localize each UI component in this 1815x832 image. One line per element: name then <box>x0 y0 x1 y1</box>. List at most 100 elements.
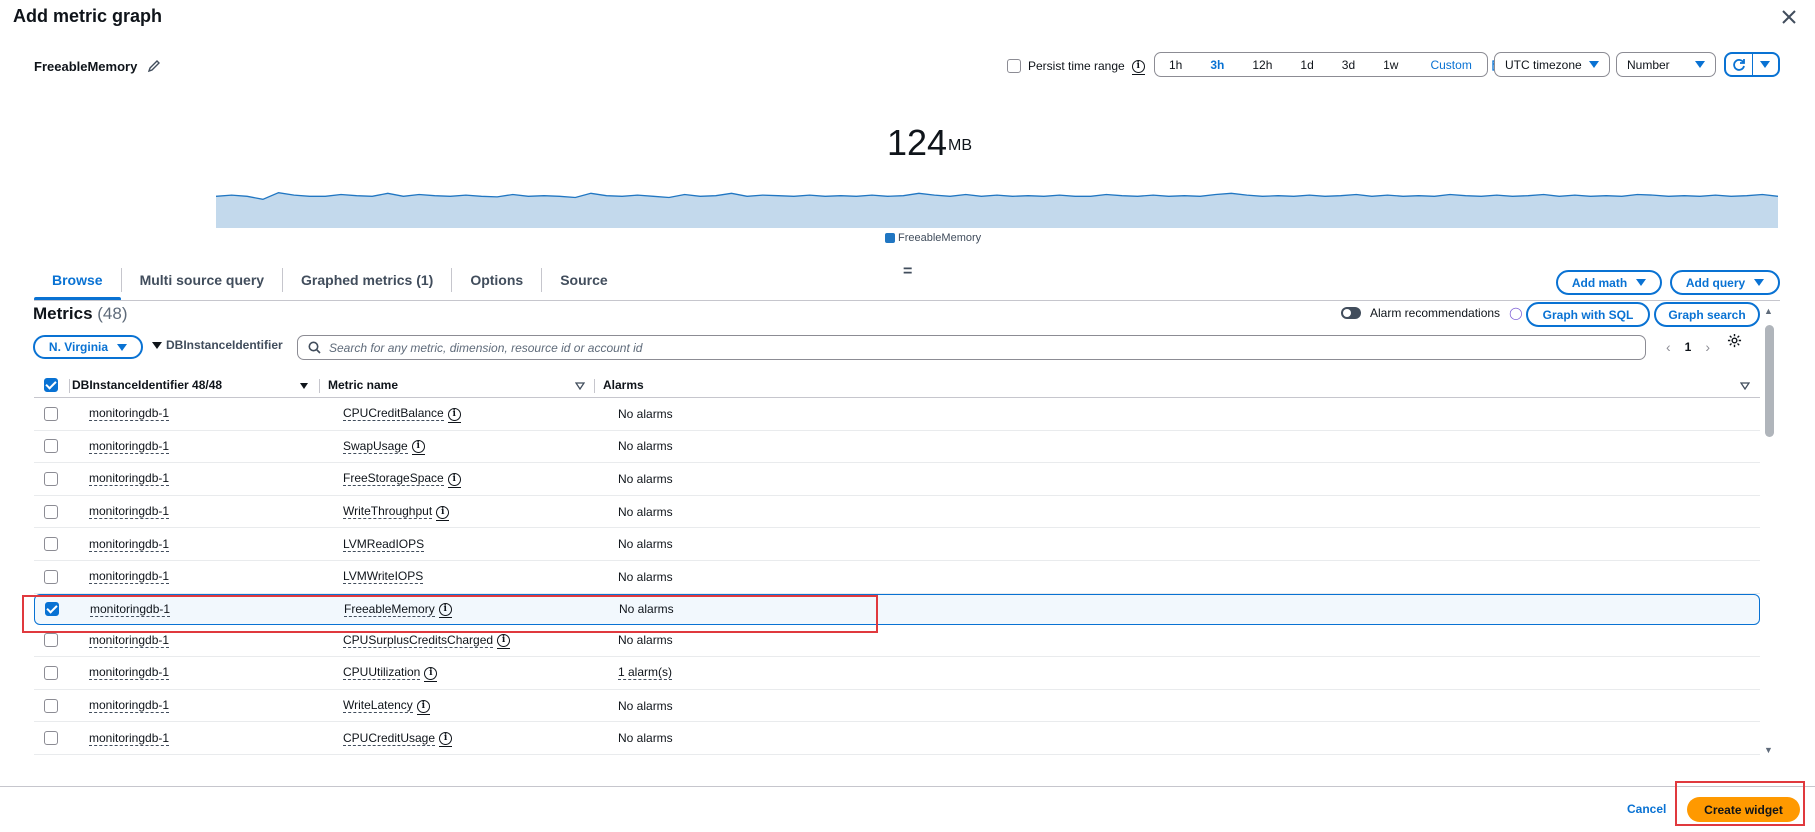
dimension-filter[interactable]: DBInstanceIdentifier <box>152 338 283 352</box>
table-row[interactable]: monitoringdb-1 WriteThroughput i No alarms <box>34 496 1760 529</box>
sort-icon[interactable] <box>300 383 308 389</box>
column-alarms[interactable]: Alarms <box>603 378 644 392</box>
time-range-1d[interactable]: 1d <box>1286 58 1327 72</box>
time-range-1h[interactable]: 1h <box>1155 58 1196 72</box>
metric-name-label[interactable]: WriteLatency <box>343 698 413 714</box>
refresh-options-button[interactable] <box>1753 54 1779 75</box>
highlight-box <box>1675 781 1805 826</box>
metric-name-label[interactable]: WriteThroughput <box>343 504 433 520</box>
tab-source[interactable]: Source <box>542 268 625 292</box>
display-type-select[interactable]: Number <box>1616 52 1716 77</box>
graph-with-sql-button[interactable]: Graph with SQL <box>1526 302 1650 327</box>
metric-name-label[interactable]: CPUSurplusCreditsCharged <box>343 633 494 648</box>
instance-link[interactable]: monitoringdb-1 <box>89 569 170 585</box>
sort-icon[interactable] <box>575 382 585 390</box>
scroll-down-icon[interactable]: ▼ <box>1764 745 1773 755</box>
row-checkbox[interactable] <box>44 633 58 648</box>
pencil-icon[interactable] <box>147 59 161 73</box>
graph-search-button[interactable]: Graph search <box>1654 302 1760 327</box>
instance-link[interactable]: monitoringdb-1 <box>89 406 170 422</box>
row-checkbox[interactable] <box>44 731 58 746</box>
tab-multi-source-query[interactable]: Multi source query <box>122 268 284 292</box>
refresh-button[interactable] <box>1726 54 1753 75</box>
refresh-button-group[interactable] <box>1724 52 1780 77</box>
instance-link[interactable]: monitoringdb-1 <box>89 698 170 714</box>
time-range-3h[interactable]: 3h <box>1196 58 1238 72</box>
resize-handle[interactable]: = <box>903 263 914 281</box>
row-checkbox[interactable] <box>44 406 58 421</box>
info-icon[interactable]: i <box>424 666 438 680</box>
row-checkbox[interactable] <box>44 569 58 584</box>
add-math-button[interactable]: Add math <box>1556 270 1662 295</box>
timezone-select[interactable]: UTC timezone <box>1494 52 1610 77</box>
info-icon[interactable]: i <box>497 634 511 648</box>
alarm-recommendations-toggle[interactable] <box>1341 307 1361 319</box>
instance-link[interactable]: monitoringdb-1 <box>89 633 170 648</box>
column-instance[interactable]: DBInstanceIdentifier 48/48 <box>72 378 222 392</box>
info-icon[interactable]: i <box>447 472 461 486</box>
table-row[interactable]: monitoringdb-1 LVMWriteIOPS No alarms <box>34 561 1760 594</box>
metric-name-label[interactable]: LVMReadIOPS <box>343 537 425 552</box>
tab-graphed-metrics[interactable]: Graphed metrics (1) <box>283 268 453 292</box>
row-checkbox[interactable] <box>44 504 58 519</box>
metric-name-label[interactable]: LVMWriteIOPS <box>343 569 424 585</box>
scroll-up-icon[interactable]: ▲ <box>1764 306 1773 316</box>
refresh-icon <box>1732 58 1745 71</box>
info-icon[interactable]: i <box>447 407 461 421</box>
table-row[interactable]: monitoringdb-1 CPUUtilization i 1 alarm(s) <box>34 657 1760 690</box>
metric-name-label[interactable]: FreeStorageSpace <box>343 471 444 487</box>
persist-time-range[interactable]: Persist time range i <box>1007 57 1145 75</box>
metric-search[interactable] <box>297 335 1646 360</box>
table-row[interactable]: monitoringdb-1 CPUCreditBalance i No alarms <box>34 398 1760 431</box>
next-page-icon[interactable]: › <box>1705 339 1710 355</box>
time-range-3d[interactable]: 3d <box>1328 58 1369 72</box>
metric-title[interactable]: FreeableMemory <box>34 59 137 74</box>
current-page[interactable]: 1 <box>1685 340 1692 354</box>
metric-name-label[interactable]: CPUUtilization <box>343 665 421 681</box>
gear-icon[interactable] <box>1727 333 1742 348</box>
add-query-button[interactable]: Add query <box>1670 270 1780 295</box>
select-all-checkbox[interactable] <box>44 378 58 392</box>
instance-link[interactable]: monitoringdb-1 <box>89 504 170 520</box>
region-select[interactable]: N. Virginia <box>33 335 143 359</box>
sort-icon[interactable] <box>1740 382 1750 390</box>
info-icon[interactable]: i <box>439 732 453 746</box>
metric-name-label[interactable]: CPUCreditUsage <box>343 731 436 746</box>
instance-link[interactable]: monitoringdb-1 <box>89 471 170 487</box>
close-icon[interactable] <box>1780 8 1798 26</box>
row-checkbox[interactable] <box>44 537 58 552</box>
table-row[interactable]: monitoringdb-1 FreeStorageSpace i No alarms <box>34 463 1760 496</box>
time-range-12h[interactable]: 12h <box>1238 58 1286 72</box>
instance-link[interactable]: monitoringdb-1 <box>89 439 170 454</box>
table-row[interactable]: monitoringdb-1 CPUCreditUsage i No alarms <box>34 722 1760 755</box>
table-row[interactable]: monitoringdb-1 LVMReadIOPS No alarms <box>34 528 1760 561</box>
instance-link[interactable]: monitoringdb-1 <box>89 537 170 552</box>
row-checkbox[interactable] <box>44 471 58 486</box>
alarm-recommendations[interactable]: Alarm recommendations ◯ <box>1341 306 1523 320</box>
table-row[interactable]: monitoringdb-1 SwapUsage i No alarms <box>34 431 1760 464</box>
search-input[interactable] <box>329 340 1629 355</box>
info-icon[interactable]: i <box>411 440 425 454</box>
row-checkbox[interactable] <box>44 665 58 680</box>
instance-link[interactable]: monitoringdb-1 <box>89 665 170 681</box>
tab-options[interactable]: Options <box>452 268 543 292</box>
info-icon[interactable]: i <box>416 699 430 713</box>
alarm-status[interactable]: 1 alarm(s) <box>618 665 673 681</box>
time-range-selector[interactable]: 1h 3h 12h 1d 3d 1w Custom <box>1154 52 1504 77</box>
column-metric-name[interactable]: Metric name <box>328 378 398 392</box>
scrollbar-thumb[interactable] <box>1765 325 1774 437</box>
cancel-button[interactable]: Cancel <box>1627 802 1666 816</box>
info-icon[interactable]: i <box>436 505 450 519</box>
previous-page-icon[interactable]: ‹ <box>1666 339 1671 355</box>
graph-legend[interactable]: FreeableMemory <box>885 232 981 244</box>
metric-name-label[interactable]: SwapUsage <box>343 439 408 454</box>
instance-link[interactable]: monitoringdb-1 <box>89 731 170 746</box>
info-icon[interactable]: i <box>1131 60 1145 73</box>
tab-browse[interactable]: Browse <box>34 268 122 301</box>
time-range-1w[interactable]: 1w <box>1369 58 1412 72</box>
row-checkbox[interactable] <box>44 439 58 454</box>
table-row[interactable]: monitoringdb-1 WriteLatency i No alarms <box>34 690 1760 723</box>
metric-name-label[interactable]: CPUCreditBalance <box>343 406 444 422</box>
row-checkbox[interactable] <box>44 698 58 713</box>
persist-checkbox[interactable] <box>1007 59 1021 73</box>
